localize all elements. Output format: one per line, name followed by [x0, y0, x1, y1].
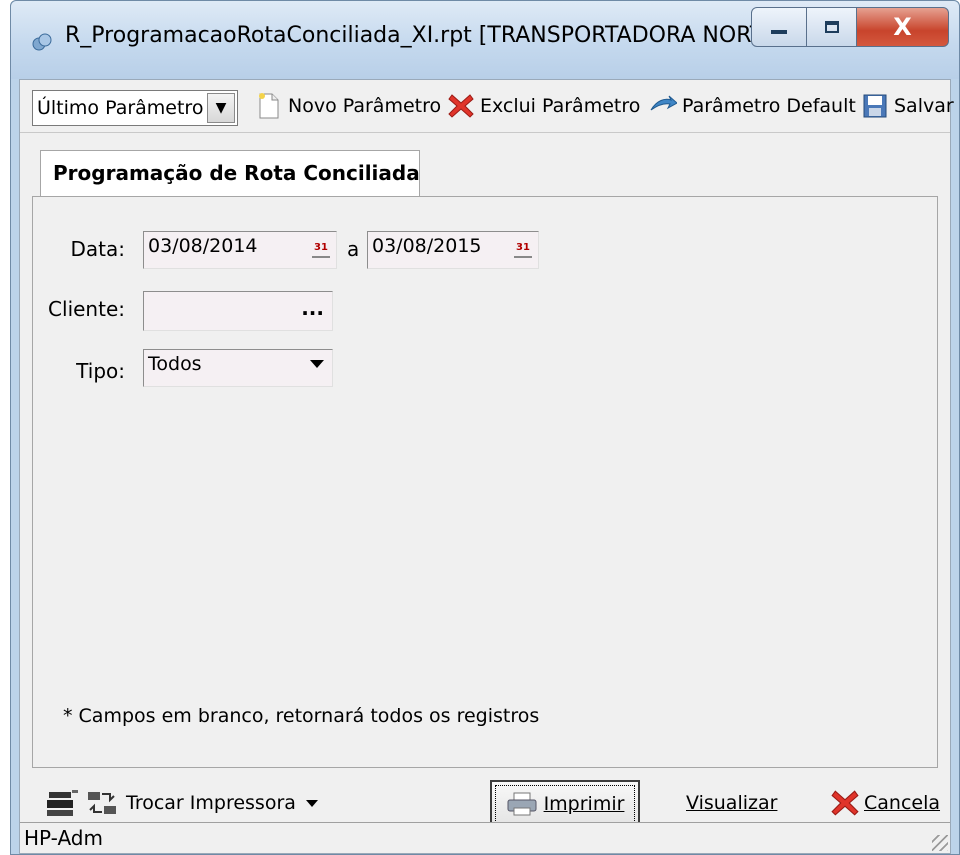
resize-grip-icon[interactable]	[932, 835, 948, 851]
chevron-down-icon	[305, 799, 318, 807]
action-bar: Trocar Impressora Imprimir Visualizar Ca…	[20, 780, 950, 828]
parameter-toolbar: Último Parâmetro ▼ Novo Parâmetro Exclui…	[20, 80, 954, 133]
chevron-down-icon[interactable]: ▼	[207, 93, 235, 123]
parameter-select-value: Último Parâmetro	[37, 97, 204, 119]
save-label: Salvar	[894, 95, 954, 117]
date-from-value: 03/08/2014	[148, 235, 258, 257]
type-select[interactable]: Todos	[143, 349, 333, 387]
print-label: Imprimir	[543, 793, 625, 815]
default-parameter-label: Parâmetro Default	[682, 95, 856, 117]
save-button[interactable]: Salvar	[860, 88, 954, 124]
caption-buttons: X	[751, 7, 949, 47]
change-printer-label: Trocar Impressora	[126, 792, 296, 814]
default-arrow-icon	[648, 91, 678, 121]
current-printer-status: HP-Adm	[24, 826, 103, 850]
default-parameter-button[interactable]: Parâmetro Default	[648, 88, 856, 124]
new-parameter-label: Novo Parâmetro	[288, 95, 442, 117]
type-value: Todos	[148, 353, 202, 375]
maximize-icon	[824, 21, 839, 33]
delete-parameter-label: Exclui Parâmetro	[480, 95, 641, 117]
date-to-field[interactable]: 03/08/2015 31	[367, 231, 539, 269]
cancel-label: Cancela	[864, 792, 941, 814]
dropdown-arrow-icon[interactable]	[310, 360, 324, 368]
minimize-button[interactable]	[751, 7, 807, 47]
maximize-button[interactable]	[807, 7, 857, 47]
close-button[interactable]: X	[857, 7, 949, 47]
client-field[interactable]: ...	[143, 291, 333, 331]
cancel-button[interactable]: Cancela	[830, 780, 940, 826]
preview-button[interactable]: Visualizar	[686, 780, 777, 826]
print-button[interactable]: Imprimir	[490, 780, 640, 828]
cancel-x-icon	[830, 788, 860, 818]
floppy-disk-icon	[860, 91, 890, 121]
calendar-icon[interactable]: 31	[312, 238, 330, 258]
printer-icon	[506, 791, 538, 817]
swap-printer-icon	[86, 788, 120, 818]
date-to-value: 03/08/2015	[372, 235, 482, 257]
delete-parameter-button[interactable]: Exclui Parâmetro	[446, 88, 640, 124]
client-lookup-button[interactable]: ...	[301, 296, 324, 320]
printer-stack-icon	[46, 788, 80, 818]
new-document-icon	[254, 91, 284, 121]
tab-panel: Data: 03/08/2014 31 a 03/08/2015 31 Clie…	[32, 196, 938, 768]
parameter-select[interactable]: Último Parâmetro ▼	[32, 90, 238, 126]
close-icon: X	[893, 13, 912, 41]
window-title: R_ProgramacaoRotaConciliada_XI.rpt [TRAN…	[65, 23, 765, 48]
client-label: Cliente:	[48, 297, 125, 321]
title-bar[interactable]: R_ProgramacaoRotaConciliada_XI.rpt [TRAN…	[11, 1, 959, 79]
app-icon	[31, 31, 53, 53]
change-printer-button[interactable]: Trocar Impressora	[46, 780, 318, 826]
new-parameter-button[interactable]: Novo Parâmetro	[254, 88, 441, 124]
tab-label: Programação de Rota Conciliada	[53, 161, 420, 185]
calendar-icon[interactable]: 31	[514, 238, 532, 258]
dialog-window: R_ProgramacaoRotaConciliada_XI.rpt [TRAN…	[10, 0, 960, 855]
minimize-icon	[771, 30, 787, 34]
tab-programacao-rota[interactable]: Programação de Rota Conciliada	[40, 150, 420, 196]
blank-fields-note: * Campos em branco, retornará todos os r…	[63, 705, 540, 727]
type-label: Tipo:	[76, 359, 125, 383]
date-from-field[interactable]: 03/08/2014 31	[143, 231, 337, 269]
date-label: Data:	[70, 237, 126, 261]
delete-x-icon	[446, 91, 476, 121]
dialog-client-area: Último Parâmetro ▼ Novo Parâmetro Exclui…	[19, 79, 954, 854]
date-range-separator: a	[347, 237, 360, 261]
status-bar: HP-Adm	[20, 822, 950, 853]
preview-label: Visualizar	[686, 792, 778, 814]
